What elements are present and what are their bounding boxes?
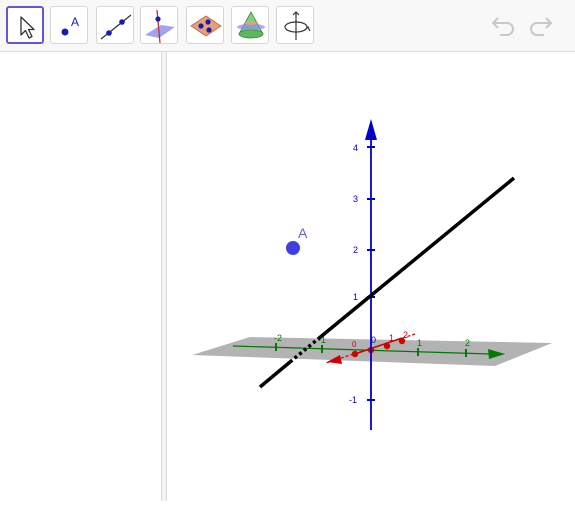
undo-icon (491, 17, 514, 36)
y-tick-label: 1 (417, 338, 422, 348)
rotate-view-icon (284, 11, 311, 40)
rotate-view-tool-button[interactable] (276, 6, 314, 44)
origin-label: 0 (371, 335, 376, 345)
redo-icon (530, 17, 553, 36)
graphics-3d-view[interactable]: -2 -1 1 2 2 1 0 4 3 2 1 -1 0 A (167, 52, 575, 501)
y-tick-label: -2 (274, 333, 282, 343)
z-tick-label: 2 (353, 245, 358, 255)
line-tool-button[interactable] (96, 6, 134, 44)
perpendicular-line-icon (145, 9, 175, 44)
x-tick-label: 2 (403, 330, 408, 340)
line-object[interactable] (258, 360, 292, 389)
cone-icon (237, 11, 265, 39)
y-tick-label: 2 (465, 338, 470, 348)
z-tick-label: -1 (349, 395, 357, 405)
point-tool-label: A (71, 15, 79, 29)
cursor-arrow-icon (20, 16, 35, 39)
undo-button[interactable] (490, 12, 518, 38)
line-object-upper[interactable] (316, 176, 516, 341)
z-tick-label: 1 (353, 292, 358, 302)
algebra-view[interactable] (0, 52, 161, 501)
point-icon: A (61, 15, 79, 36)
plane-through-points-icon (190, 15, 222, 37)
point-a-label: A (298, 225, 308, 241)
x-tick-label: 1 (389, 333, 394, 343)
x-tick-label: 0 (352, 340, 357, 349)
point-a[interactable] (286, 241, 300, 255)
line-through-points-icon (100, 14, 132, 40)
z-axis-arrow (365, 119, 377, 140)
point-tool-button[interactable]: A (50, 6, 88, 44)
redo-button[interactable] (526, 12, 554, 38)
toolbar: A (0, 0, 575, 52)
plane-through-points-tool-button[interactable] (186, 6, 224, 44)
perpendicular-line-tool-button[interactable] (140, 6, 178, 44)
z-tick-label: 3 (353, 194, 358, 204)
move-tool-button[interactable] (6, 6, 44, 44)
pyramid-tool-button[interactable] (231, 6, 269, 44)
z-tick-label: 4 (353, 143, 358, 153)
